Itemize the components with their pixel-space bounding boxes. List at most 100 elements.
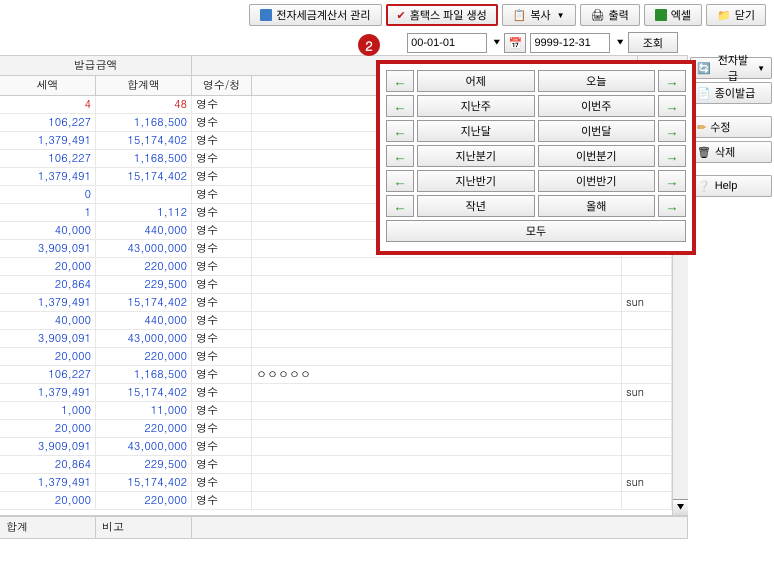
cell-email: sun xyxy=(622,474,672,491)
table-row[interactable]: 1,00011,000영수 xyxy=(0,402,688,420)
paper-button[interactable]: 종이발급 xyxy=(690,82,772,104)
table-row[interactable]: 1,379,49115,174,402영수sun xyxy=(0,294,688,312)
cell-receipt: 영수 xyxy=(192,132,252,149)
table-row[interactable]: 20,000220,000영수 xyxy=(0,348,688,366)
lasthalf-button[interactable]: 지난반기 xyxy=(417,170,535,192)
date-to-input[interactable] xyxy=(530,33,610,53)
today-button[interactable]: 오늘 xyxy=(538,70,656,92)
cell-total: 15,174,402 xyxy=(96,474,192,491)
next-week-button[interactable] xyxy=(658,95,686,117)
table-row[interactable]: 20,864229,500영수 xyxy=(0,456,688,474)
table-row[interactable]: 3,909,09143,000,000영수 xyxy=(0,438,688,456)
hometax-label: 홈택스 파일 생성 xyxy=(410,7,487,23)
lastmonth-button[interactable]: 지난달 xyxy=(417,120,535,142)
cell-note xyxy=(252,474,622,491)
copy-button[interactable]: 복사▼ xyxy=(502,4,576,26)
einvoice-button[interactable]: 전자발급▼ xyxy=(690,57,772,79)
cell-tax: 1,379,491 xyxy=(0,294,96,311)
next-month-button[interactable] xyxy=(658,120,686,142)
edit-label: 수정 xyxy=(710,119,730,135)
cell-total: 220,000 xyxy=(96,258,192,275)
prev-half-button[interactable] xyxy=(386,170,414,192)
table-row[interactable]: 20,000220,000영수 xyxy=(0,492,688,510)
header-amount: 발급금액 xyxy=(0,56,192,75)
cell-total: 15,174,402 xyxy=(96,384,192,401)
cell-note xyxy=(252,456,622,473)
prev-quarter-button[interactable] xyxy=(386,145,414,167)
prev-year-button[interactable] xyxy=(386,195,414,217)
print-label: 출력 xyxy=(609,7,629,23)
cell-tax: 20,000 xyxy=(0,258,96,275)
einvoice-label: 전자발급 xyxy=(715,52,751,84)
cell-tax: 40,000 xyxy=(0,222,96,239)
table-row[interactable]: 1,379,49115,174,402영수sun xyxy=(0,384,688,402)
prev-month-button[interactable] xyxy=(386,120,414,142)
cell-note xyxy=(252,402,622,419)
excel-button[interactable]: 엑셀 xyxy=(644,4,702,26)
thismonth-button[interactable]: 이번달 xyxy=(538,120,656,142)
date-from-input[interactable] xyxy=(407,33,487,53)
table-row[interactable]: 20,864229,500영수 xyxy=(0,276,688,294)
check-icon xyxy=(397,9,406,22)
hometax-button[interactable]: 홈택스 파일 생성 xyxy=(386,4,498,26)
thishalf-button[interactable]: 이번반기 xyxy=(538,170,656,192)
paper-label: 종이발급 xyxy=(715,85,755,101)
lastquarter-button[interactable]: 지난분기 xyxy=(417,145,535,167)
manage-button[interactable]: 전자세금계산서 관리 xyxy=(249,4,381,26)
close-button[interactable]: 닫기 xyxy=(706,4,766,26)
lastweek-button[interactable]: 지난주 xyxy=(417,95,535,117)
cell-email xyxy=(622,312,672,329)
header-total: 합계액 xyxy=(96,76,192,95)
lastyear-button[interactable]: 작년 xyxy=(417,195,535,217)
cell-receipt: 영수 xyxy=(192,150,252,167)
cell-total: 229,500 xyxy=(96,276,192,293)
next-day-button[interactable] xyxy=(658,70,686,92)
thisyear-button[interactable]: 올해 xyxy=(538,195,656,217)
cell-total: 15,174,402 xyxy=(96,168,192,185)
cell-receipt: 영수 xyxy=(192,276,252,293)
help-button[interactable]: Help xyxy=(690,175,772,197)
scrollbar-down[interactable]: ▼ xyxy=(673,499,688,515)
calendar-icon xyxy=(509,35,523,50)
cell-receipt: 영수 xyxy=(192,240,252,257)
thisweek-button[interactable]: 이번주 xyxy=(538,95,656,117)
cell-note xyxy=(252,384,622,401)
cell-receipt: 영수 xyxy=(192,168,252,185)
edit-button[interactable]: 수정 xyxy=(690,116,772,138)
chevron-down-icon[interactable]: ▼ xyxy=(493,37,500,48)
thisquarter-button[interactable]: 이번분기 xyxy=(538,145,656,167)
cell-tax: 1,379,491 xyxy=(0,474,96,491)
table-row[interactable]: 20,000220,000영수 xyxy=(0,420,688,438)
cell-receipt: 영수 xyxy=(192,384,252,401)
cell-tax: 106,227 xyxy=(0,366,96,383)
cell-receipt: 영수 xyxy=(192,312,252,329)
cell-receipt: 영수 xyxy=(192,492,252,509)
table-row[interactable]: 20,000220,000영수 xyxy=(0,258,688,276)
cell-receipt: 영수 xyxy=(192,474,252,491)
delete-button[interactable]: 삭제 xyxy=(690,141,772,163)
all-period-button[interactable]: 모두 xyxy=(386,220,686,242)
cell-tax: 1 xyxy=(0,204,96,221)
chevron-down-icon[interactable]: ▼ xyxy=(616,37,623,48)
cell-tax: 20,000 xyxy=(0,348,96,365)
next-quarter-button[interactable] xyxy=(658,145,686,167)
search-button[interactable]: 조회 xyxy=(628,32,678,53)
prev-day-button[interactable] xyxy=(386,70,414,92)
excel-icon xyxy=(655,9,667,21)
yesterday-button[interactable]: 어제 xyxy=(417,70,535,92)
next-year-button[interactable] xyxy=(658,195,686,217)
next-half-button[interactable] xyxy=(658,170,686,192)
cell-receipt: 영수 xyxy=(192,222,252,239)
prev-week-button[interactable] xyxy=(386,95,414,117)
cell-total: 220,000 xyxy=(96,420,192,437)
cell-tax: 40,000 xyxy=(0,312,96,329)
table-row[interactable]: 3,909,09143,000,000영수 xyxy=(0,330,688,348)
cell-receipt: 영수 xyxy=(192,456,252,473)
table-row[interactable]: 40,000440,000영수 xyxy=(0,312,688,330)
table-row[interactable]: 1,379,49115,174,402영수 sun xyxy=(0,474,688,492)
calendar-button[interactable] xyxy=(504,33,526,53)
cell-note xyxy=(252,420,622,437)
print-button[interactable]: 출력 xyxy=(580,4,640,26)
table-row[interactable]: 106,2271,168,500영수ㅇㅇㅇㅇㅇ xyxy=(0,366,688,384)
cell-total: 440,000 xyxy=(96,222,192,239)
